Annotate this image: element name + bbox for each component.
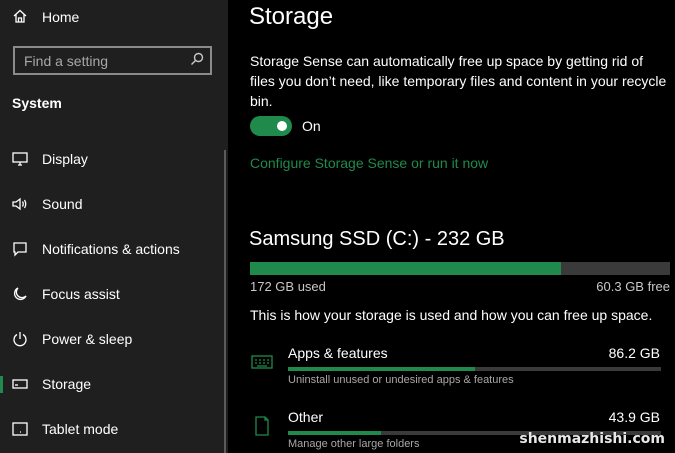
- toggle-label: On: [302, 118, 321, 134]
- drive-used-label: 172 GB used: [250, 279, 326, 294]
- drive-usage-fill: [250, 262, 561, 275]
- search-input[interactable]: Find a setting: [13, 46, 212, 75]
- category-usage-fill: [288, 367, 475, 371]
- keyboard-icon: [250, 351, 274, 373]
- home-icon: [12, 8, 28, 27]
- power-icon: [12, 331, 28, 347]
- sidebar-item-display[interactable]: Display: [0, 144, 228, 174]
- drive-title: Samsung SSD (C:) - 232 GB: [249, 228, 505, 250]
- storage-sense-toggle[interactable]: [250, 116, 292, 136]
- document-icon: [250, 415, 274, 437]
- category-description: Manage other large folders: [288, 438, 420, 450]
- notification-icon: [12, 241, 28, 257]
- search-icon[interactable]: [190, 52, 204, 69]
- category-name: Other: [288, 409, 324, 425]
- category-usage-fill: [288, 431, 382, 435]
- monitor-icon: [12, 151, 28, 167]
- main-content: Storage Storage Sense can automatically …: [228, 0, 675, 453]
- moon-icon: [12, 286, 28, 302]
- sidebar-item-label: Focus assist: [42, 286, 120, 302]
- drive-usage-bar: [250, 262, 670, 275]
- watermark: shenmazhishi.com: [519, 431, 665, 447]
- sidebar: Home Find a setting System Display Sound…: [0, 0, 228, 453]
- search-placeholder: Find a setting: [24, 52, 109, 69]
- home-label: Home: [42, 9, 80, 25]
- storage-info-line: This is how your storage is used and how…: [250, 307, 653, 323]
- page-title: Storage: [249, 3, 334, 30]
- storage-icon: [12, 376, 28, 392]
- category-description: Uninstall unused or undesired apps & fea…: [288, 374, 514, 386]
- sidebar-item-label: Power & sleep: [42, 331, 133, 347]
- configure-storage-sense-link[interactable]: Configure Storage Sense or run it now: [250, 155, 488, 171]
- category-size: 86.2 GB: [608, 345, 660, 361]
- sidebar-item-label: Tablet mode: [42, 421, 119, 437]
- storage-sense-description: Storage Sense can automatically free up …: [250, 53, 667, 109]
- sidebar-item-label: Notifications & actions: [42, 241, 180, 257]
- section-title: System: [12, 95, 62, 111]
- sidebar-item-tablet-mode[interactable]: Tablet mode: [0, 414, 228, 444]
- category-apps-features[interactable]: Apps & features 86.2 GB Uninstall unused…: [250, 345, 670, 397]
- sidebar-item-label: Sound: [42, 196, 83, 212]
- sidebar-scrollbar[interactable]: [224, 150, 226, 453]
- tablet-icon: [12, 421, 28, 437]
- sidebar-item-label: Storage: [42, 376, 92, 392]
- sidebar-item-notifications[interactable]: Notifications & actions: [0, 234, 228, 264]
- category-size: 43.9 GB: [608, 409, 660, 425]
- speaker-icon: [12, 196, 28, 212]
- sidebar-item-storage[interactable]: Storage: [0, 369, 228, 399]
- sidebar-item-sound[interactable]: Sound: [0, 189, 228, 219]
- toggle-knob: [277, 121, 287, 131]
- category-usage-bar: [288, 367, 661, 371]
- sidebar-item-focus-assist[interactable]: Focus assist: [0, 279, 228, 309]
- sidebar-item-power-sleep[interactable]: Power & sleep: [0, 324, 228, 354]
- category-name: Apps & features: [288, 345, 388, 361]
- drive-free-label: 60.3 GB free: [596, 279, 670, 294]
- sidebar-item-label: Display: [42, 151, 88, 167]
- nav-home[interactable]: Home: [12, 6, 79, 28]
